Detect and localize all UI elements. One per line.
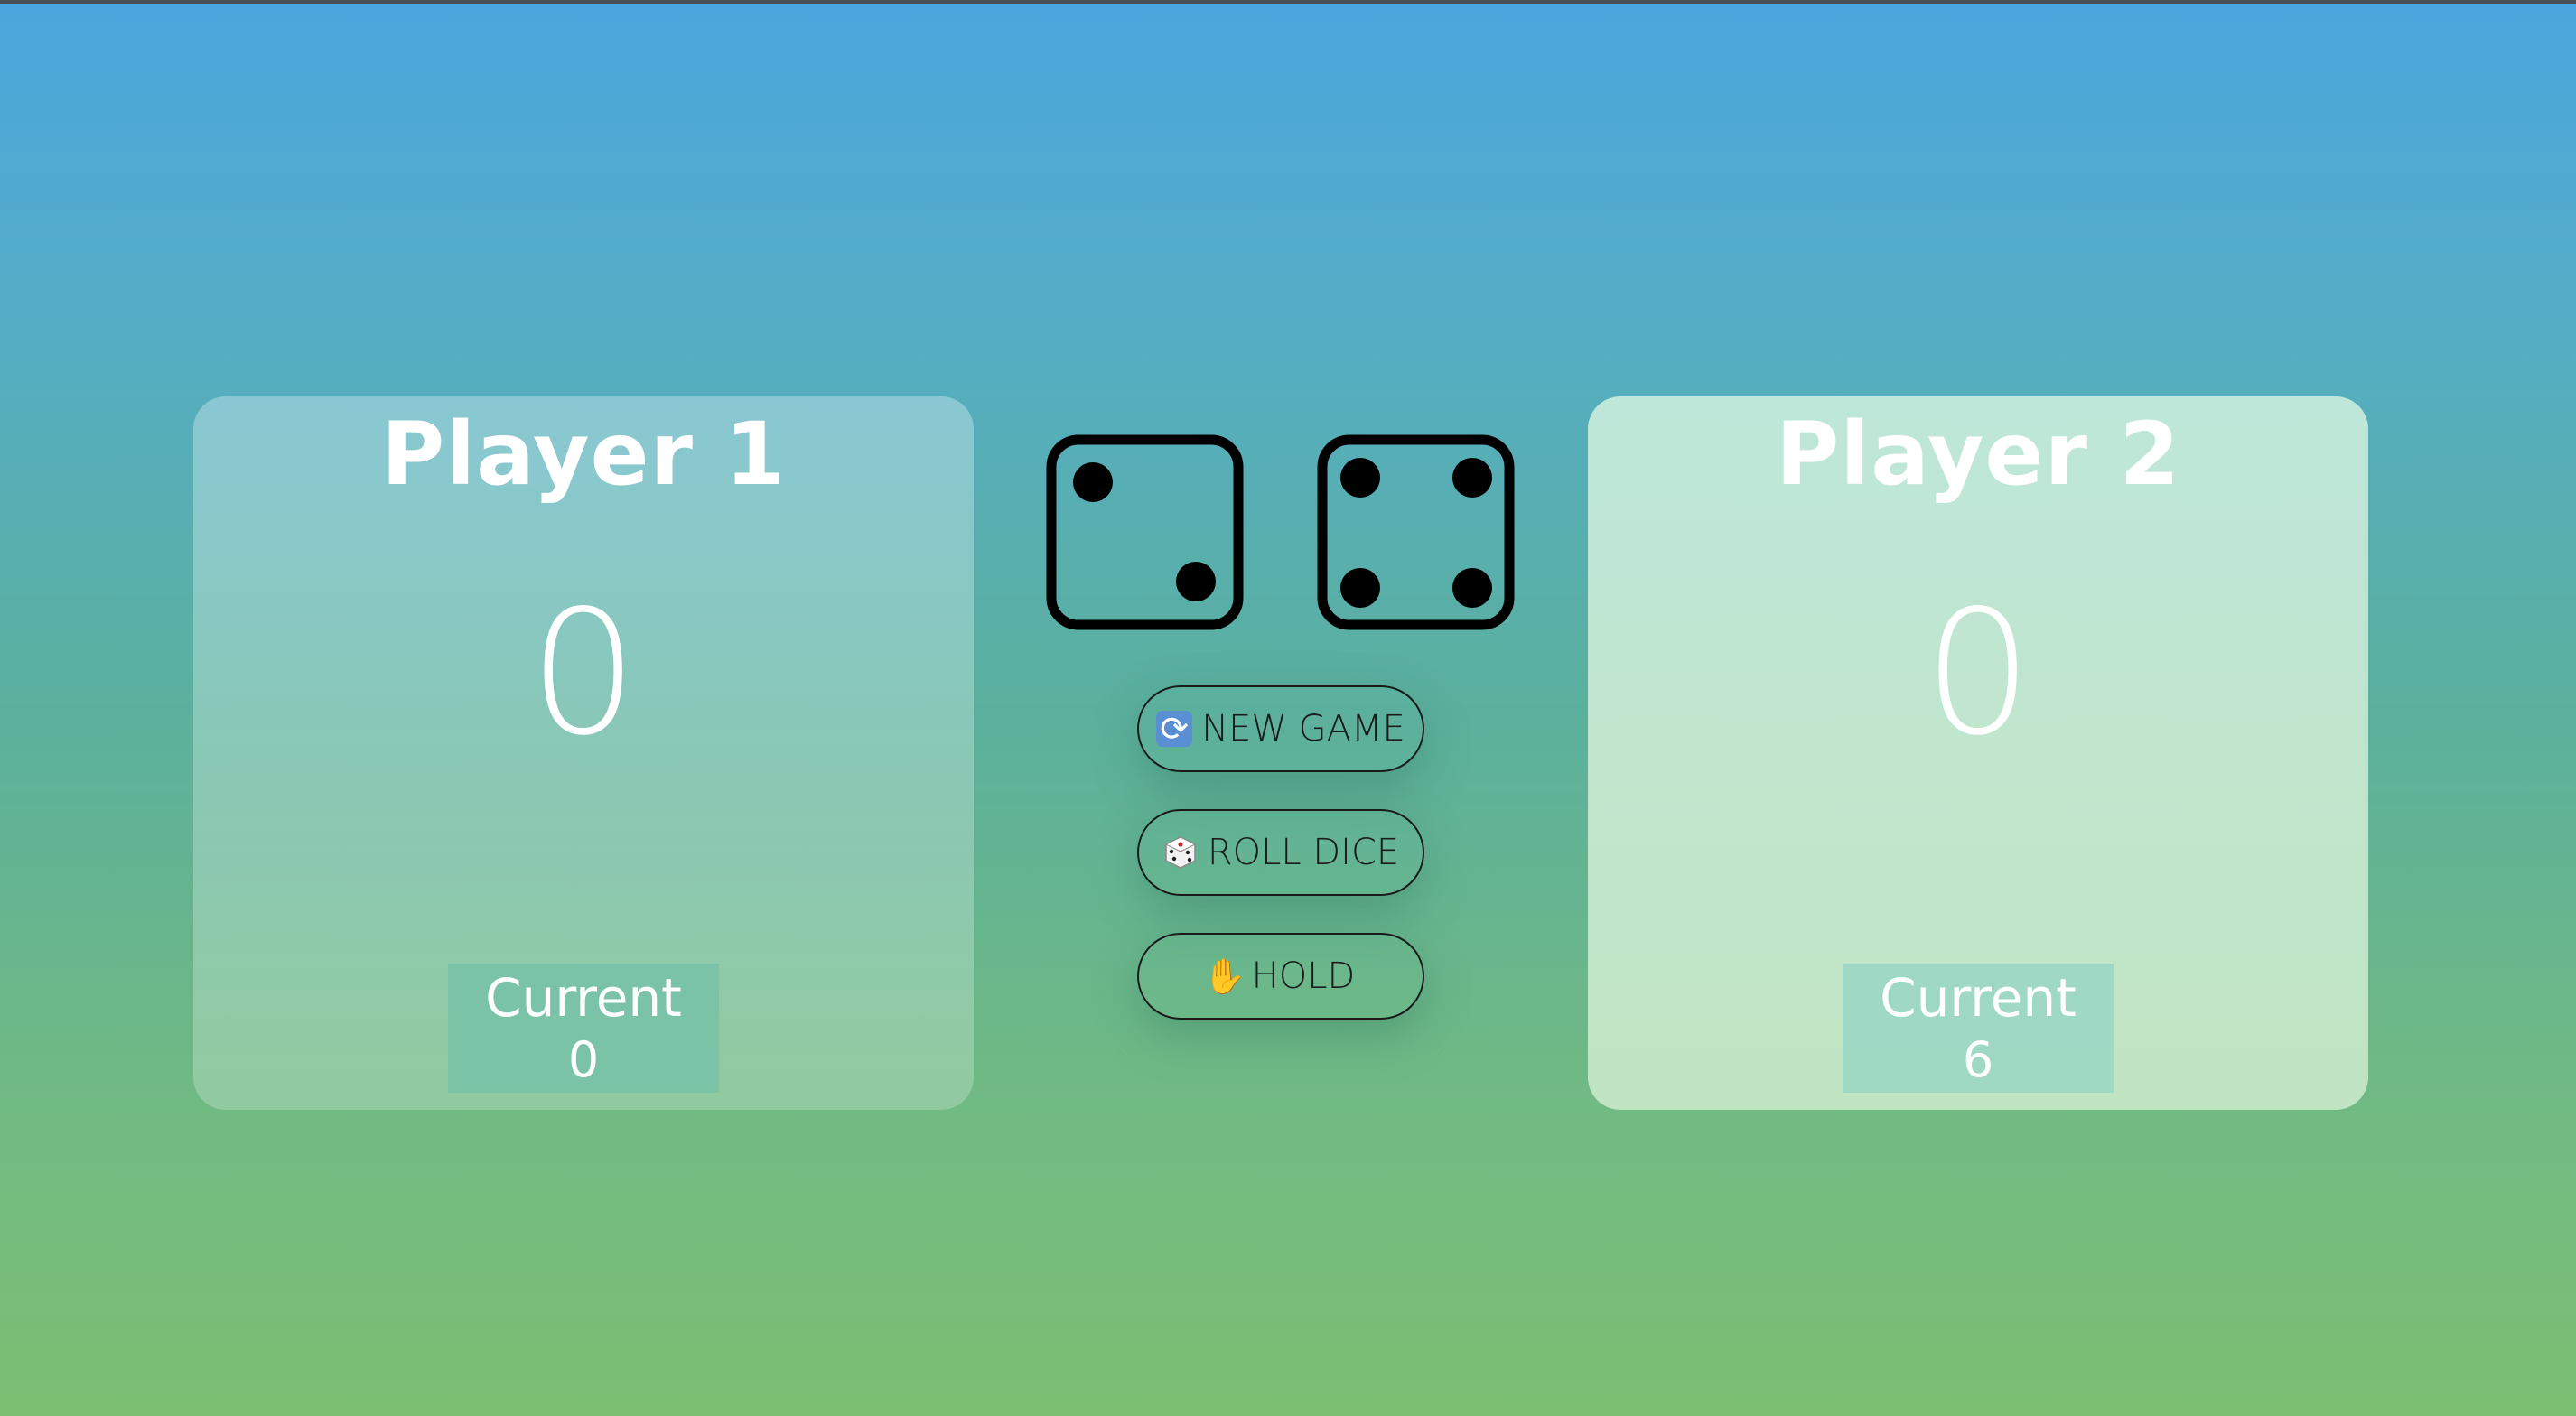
die-1-pip <box>1176 562 1216 601</box>
player-1-panel: Player 1 0 Current 0 <box>193 396 974 1110</box>
refresh-icon: ⟳ <box>1156 711 1193 747</box>
player-1-current-box: Current 0 <box>448 964 719 1093</box>
hold-button[interactable]: ✋ HOLD <box>1137 933 1424 1020</box>
player-1-current-label: Current <box>485 967 682 1029</box>
die-2-pip <box>1452 458 1492 498</box>
hand-icon: ✋ <box>1203 956 1246 996</box>
player-2-current-box: Current 6 <box>1843 964 2114 1093</box>
die-2 <box>1317 434 1515 630</box>
die-2-pip <box>1340 458 1380 498</box>
dice-icon <box>1162 834 1199 871</box>
die-1-pip <box>1073 462 1113 502</box>
die-1-pips <box>1073 462 1216 601</box>
player-1-name: Player 1 <box>380 404 787 505</box>
player-2-current-score: 6 <box>1962 1031 1994 1088</box>
die-2-pip <box>1452 568 1492 608</box>
player-2-total-score: 0 <box>1923 573 2033 773</box>
player-2-current-label: Current <box>1880 967 2077 1029</box>
die-1 <box>1046 434 1244 630</box>
die-2-pip <box>1340 568 1380 608</box>
roll-dice-button[interactable]: ROLL DICE <box>1137 809 1424 896</box>
die-2-pips <box>1340 458 1492 608</box>
player-1-current-score: 0 <box>567 1031 600 1088</box>
roll-dice-label: ROLL DICE <box>1207 832 1400 873</box>
top-border <box>0 0 2576 4</box>
player-2-name: Player 2 <box>1775 404 2181 505</box>
hold-label: HOLD <box>1251 955 1356 997</box>
player-2-panel: Player 2 0 Current 6 <box>1588 396 2368 1110</box>
new-game-button[interactable]: ⟳ NEW GAME <box>1137 685 1424 772</box>
new-game-label: NEW GAME <box>1201 708 1405 750</box>
player-1-total-score: 0 <box>528 573 639 773</box>
